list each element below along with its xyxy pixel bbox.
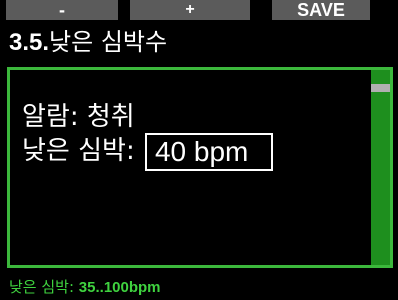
scrollbar-thumb[interactable] (371, 84, 390, 92)
page-title-text: 낮은 심박수 (49, 28, 168, 56)
alarm-row: 알람: 청취 (22, 96, 135, 133)
save-softkey[interactable]: SAVE (272, 0, 370, 20)
alarm-value: 청취 (86, 102, 135, 132)
range-hint-label: 낮은 심박: (9, 278, 79, 296)
scrollbar[interactable] (371, 70, 390, 265)
range-hint: 낮은 심박: 35..100bpm (9, 276, 161, 299)
low-heart-rate-label: 낮은 심박: (22, 136, 143, 166)
page-title: 3.5.낮은 심박수 (9, 26, 167, 58)
top-bar: - + SAVE 3.5.낮은 심박수 (0, 0, 398, 58)
minus-softkey[interactable]: - (6, 0, 118, 20)
settings-panel: 알람: 청취 낮은 심박: 40 bpm (7, 67, 393, 268)
range-hint-value: 35..100bpm (78, 279, 161, 296)
low-heart-rate-value-field[interactable]: 40 bpm (144, 132, 273, 171)
page-title-number: 3.5. (9, 29, 50, 56)
alarm-label: 알람: (22, 102, 87, 132)
low-heart-rate-row: 낮은 심박: 40 bpm (22, 130, 273, 171)
plus-softkey[interactable]: + (130, 0, 250, 20)
